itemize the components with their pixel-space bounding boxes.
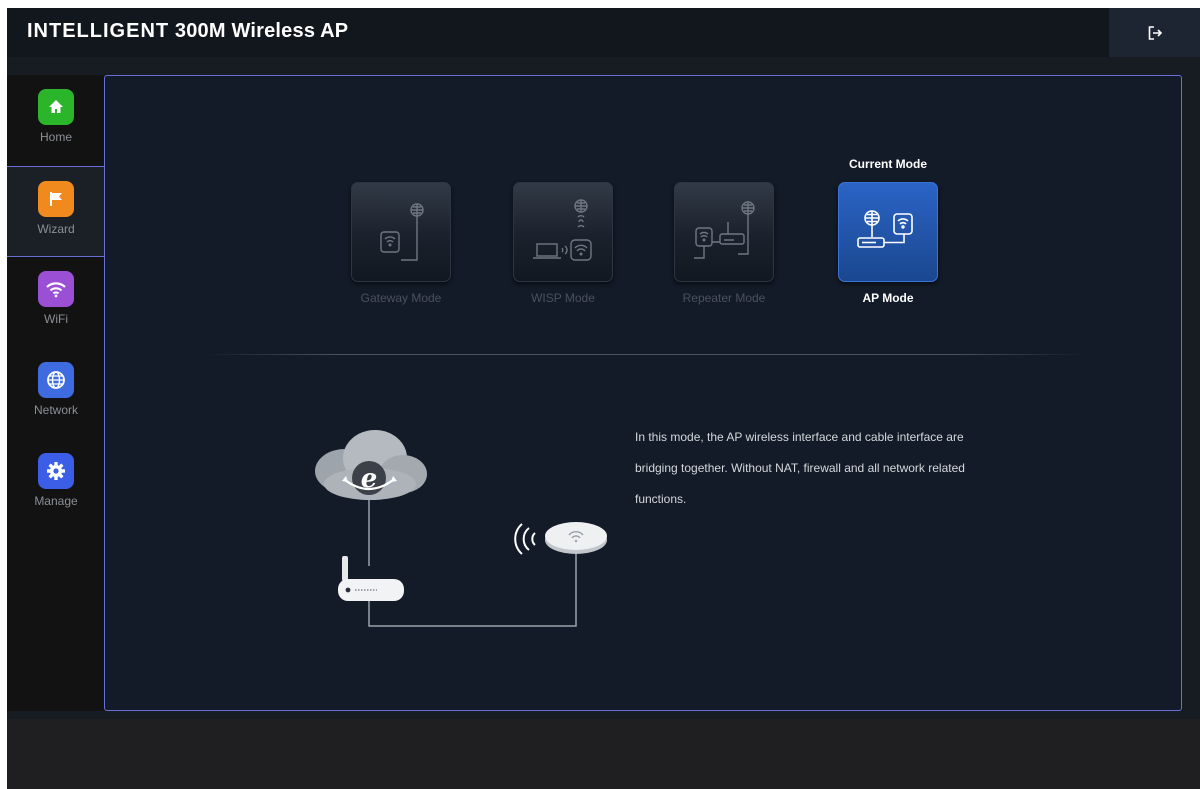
sidebar-item-wifi[interactable]: WiFi (7, 257, 105, 348)
sidebar-item-label: Manage (34, 494, 78, 508)
mode-gateway[interactable]: Gateway Mode (351, 182, 451, 305)
mode-wisp[interactable]: WISP Mode (513, 182, 613, 305)
mode-label: WISP Mode (531, 291, 595, 305)
main-panel: Current Mode Gateway Mode WISP Mode Repe… (104, 75, 1182, 711)
repeater-mode-icon (694, 201, 755, 259)
home-icon (38, 89, 74, 125)
current-mode-label: Current Mode (849, 157, 927, 171)
mode-label: Repeater Mode (682, 291, 766, 305)
sidebar-item-home[interactable]: Home (7, 75, 105, 166)
access-point-icon (545, 522, 607, 554)
sidebar-item-manage[interactable]: Manage (7, 439, 105, 530)
content-area: Home Wizard WiFi Network Manage Current … (7, 57, 1200, 719)
logout-icon (1148, 25, 1162, 40)
app-title: INTELLIGENT 300M Wireless AP (27, 20, 348, 43)
router-icon (338, 556, 404, 601)
logout-button[interactable] (1109, 8, 1200, 57)
gear-icon (38, 453, 74, 489)
sidebar-item-label: WiFi (44, 312, 68, 326)
divider (205, 354, 1085, 355)
mode-label: Gateway Mode (360, 291, 442, 305)
wisp-mode-icon (533, 199, 592, 261)
globe-icon (38, 362, 74, 398)
sidebar-item-label: Wizard (37, 222, 75, 236)
sidebar-item-label: Home (39, 130, 72, 144)
ap-mode-icon (857, 210, 913, 248)
wifi-icon (38, 271, 74, 307)
mode-label: AP Mode (862, 291, 914, 305)
topology-illustration: e (305, 416, 625, 636)
mode-ap[interactable]: AP Mode (838, 182, 938, 305)
product-name: 300M Wireless AP (174, 20, 349, 42)
flag-icon (38, 181, 74, 217)
sidebar-item-label: Network (33, 403, 78, 417)
brand-name: INTELLIGENT (27, 20, 170, 42)
mode-repeater[interactable]: Repeater Mode (674, 182, 774, 305)
app-window: INTELLIGENT 300M Wireless AP Home Wizard… (7, 8, 1200, 789)
sidebar-item-wizard[interactable]: Wizard (7, 166, 105, 257)
sidebar-item-network[interactable]: Network (7, 348, 105, 439)
sidebar: Home Wizard WiFi Network Manage (7, 75, 105, 711)
mode-description: In this mode, the AP wireless interface … (635, 430, 965, 506)
top-bar: INTELLIGENT 300M Wireless AP (7, 8, 1200, 57)
wireless-signal-icon (514, 523, 536, 555)
gateway-mode-icon (380, 203, 424, 261)
internet-cloud-icon: e (315, 430, 427, 500)
